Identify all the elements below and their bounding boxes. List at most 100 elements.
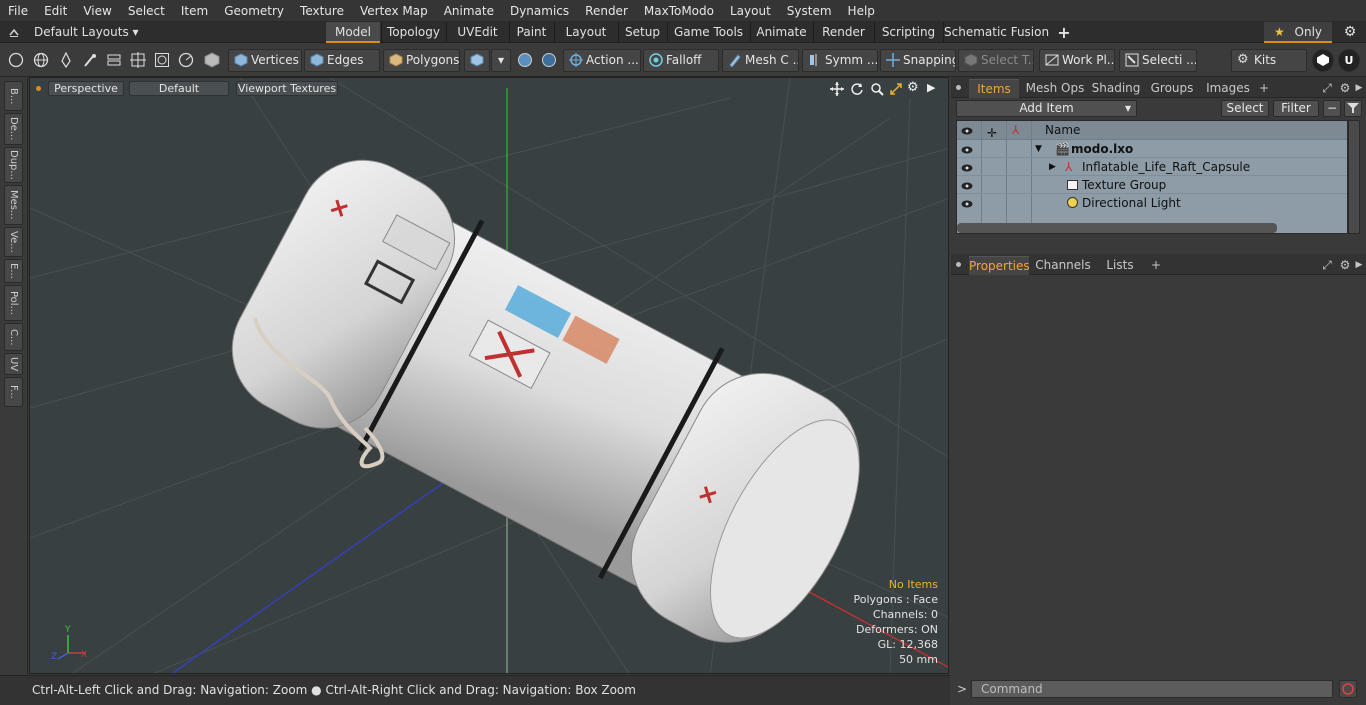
tab-animate[interactable]: Animate (750, 22, 812, 43)
select-button[interactable]: Select (1221, 100, 1269, 117)
list-vscrollbar[interactable] (1348, 120, 1360, 234)
perspective-button[interactable]: Perspective (48, 81, 124, 96)
unreal-button[interactable]: U (1338, 49, 1360, 72)
pan-icon[interactable] (830, 82, 844, 96)
tab-uv[interactable]: UV (4, 353, 23, 375)
menu-vertex-map[interactable]: Vertex Map (352, 0, 436, 22)
viewport-menu-arrow-icon[interactable]: ▶ (927, 81, 935, 94)
add-panel-tab-icon[interactable]: + (1149, 256, 1163, 275)
frame-circle-icon[interactable] (154, 52, 170, 68)
menu-view[interactable]: View (75, 0, 119, 22)
tab-duplicate[interactable]: Dup... (4, 147, 23, 183)
name-column-header[interactable]: Name (1045, 121, 1080, 139)
falloff-button[interactable]: Falloff (643, 49, 719, 72)
tab-shading[interactable]: Shading (1090, 79, 1142, 98)
visibility-eye-icon[interactable] (961, 179, 973, 191)
only-toggle[interactable]: ★ Only (1264, 22, 1332, 43)
work-plane-button[interactable]: Work Pl... (1039, 49, 1115, 72)
viewport-settings-icon[interactable]: ⚙ (907, 80, 919, 95)
menu-help[interactable]: Help (840, 0, 883, 22)
tab-scripting[interactable]: Scripting (874, 22, 942, 43)
filter-button[interactable]: Filter (1273, 100, 1319, 117)
tab-mesh-edit[interactable]: Mes... (4, 185, 23, 225)
tab-images[interactable]: Images (1203, 79, 1253, 98)
materials-button[interactable] (464, 49, 490, 72)
3d-viewport[interactable]: Y X Z Perspective Default Viewport Textu… (29, 77, 949, 674)
list-item-modo-lxo[interactable]: ▼ 🎬 modo.lxo (957, 139, 1347, 158)
vertices-button[interactable]: Vertices (228, 49, 302, 72)
panel-settings-icon[interactable]: ⚙ (1337, 256, 1353, 275)
panel-dot-icon[interactable] (956, 262, 961, 267)
panel-expand-icon[interactable]: ⤢ (1319, 79, 1335, 98)
filter-funnel-icon[interactable] (1344, 100, 1362, 117)
mode-dropdown[interactable]: ▾ (491, 49, 511, 72)
add-panel-tab-icon[interactable]: + (1257, 79, 1271, 98)
menu-texture[interactable]: Texture (292, 0, 352, 22)
panel-menu-icon[interactable]: ▶ (1353, 79, 1365, 98)
viewport-dot-icon[interactable] (36, 86, 41, 91)
align-icon[interactable] (106, 52, 122, 68)
select-tool-button[interactable]: Select T... (958, 49, 1034, 72)
shading-default-button[interactable]: Default (129, 81, 229, 96)
tab-deform[interactable]: De... (4, 113, 23, 145)
tab-vertex[interactable]: Ve... (4, 227, 23, 257)
falloff-shield-icon[interactable] (541, 52, 557, 68)
menu-animate[interactable]: Animate (436, 0, 502, 22)
tab-edge[interactable]: E... (4, 259, 23, 283)
list-item-texture-group[interactable]: Texture Group (957, 175, 1347, 193)
tab-mesh-ops[interactable]: Mesh Ops (1023, 79, 1087, 98)
tab-channels[interactable]: Channels (1033, 256, 1093, 275)
layout-selector[interactable]: Default Layouts ▾ (34, 22, 139, 43)
rotate-circle-icon[interactable] (178, 52, 194, 68)
action-center-button[interactable]: Action ... (563, 49, 641, 72)
polygons-button[interactable]: Polygons (383, 49, 460, 72)
visibility-eye-icon[interactable] (961, 197, 973, 209)
collapse-list-icon[interactable]: − (1323, 100, 1341, 117)
tab-model[interactable]: Model (326, 22, 380, 43)
kits-button[interactable]: ⚙ Kits (1231, 49, 1307, 72)
command-input[interactable]: Command (971, 680, 1333, 698)
menu-geometry[interactable]: Geometry (216, 0, 292, 22)
mesh-constraint-button[interactable]: Mesh C ... (722, 49, 799, 72)
panel-dot-icon[interactable] (956, 85, 961, 90)
sphere-select-icon[interactable] (8, 52, 24, 68)
action-center-icon[interactable] (517, 52, 533, 68)
tab-groups[interactable]: Groups (1147, 79, 1197, 98)
zoom-icon[interactable] (870, 82, 884, 96)
tab-setup[interactable]: Setup (618, 22, 666, 43)
menu-file[interactable]: File (0, 0, 36, 22)
visibility-eye-icon[interactable] (961, 143, 973, 155)
snapping-button[interactable]: Snapping (880, 49, 956, 72)
item-mode-icon[interactable] (204, 52, 220, 68)
menu-item[interactable]: Item (173, 0, 216, 22)
tab-topology[interactable]: Topology (381, 22, 445, 43)
list-item-directional-light[interactable]: Directional Light (957, 193, 1347, 211)
tab-basic[interactable]: B... (4, 81, 23, 111)
unity-button[interactable] (1312, 49, 1334, 72)
tab-render[interactable]: Render (813, 22, 873, 43)
panel-expand-icon[interactable]: ⤢ (1319, 256, 1335, 275)
viewport-textures-button[interactable]: Viewport Textures (236, 81, 338, 96)
edges-button[interactable]: Edges (304, 49, 380, 72)
tab-polygon[interactable]: Pol... (4, 285, 23, 321)
panel-settings-icon[interactable]: ⚙ (1337, 79, 1353, 98)
tab-game-tools[interactable]: Game Tools (667, 22, 749, 43)
tab-schematic-fusion[interactable]: Schematic Fusion (943, 22, 1049, 43)
record-icon[interactable] (1339, 680, 1357, 698)
tab-properties[interactable]: Properties (969, 256, 1030, 275)
menu-select[interactable]: Select (120, 0, 173, 22)
menu-render[interactable]: Render (577, 0, 636, 22)
tab-curve[interactable]: C... (4, 323, 23, 351)
add-tab-icon[interactable]: + (1054, 22, 1074, 43)
expand-arrow-icon[interactable]: ▶ (1049, 158, 1056, 176)
collapse-icon[interactable] (8, 26, 20, 38)
tab-items[interactable]: Items (969, 79, 1019, 98)
tab-paint[interactable]: Paint (509, 22, 553, 43)
grid-transform-icon[interactable] (130, 52, 146, 68)
tab-layout[interactable]: Layout (554, 22, 617, 43)
visibility-eye-icon[interactable] (961, 161, 973, 173)
expand-arrow-icon[interactable]: ▼ (1035, 140, 1042, 158)
pen-tool-icon[interactable] (58, 51, 74, 69)
tab-uvedit[interactable]: UVEdit (446, 22, 508, 43)
menu-edit[interactable]: Edit (36, 0, 75, 22)
